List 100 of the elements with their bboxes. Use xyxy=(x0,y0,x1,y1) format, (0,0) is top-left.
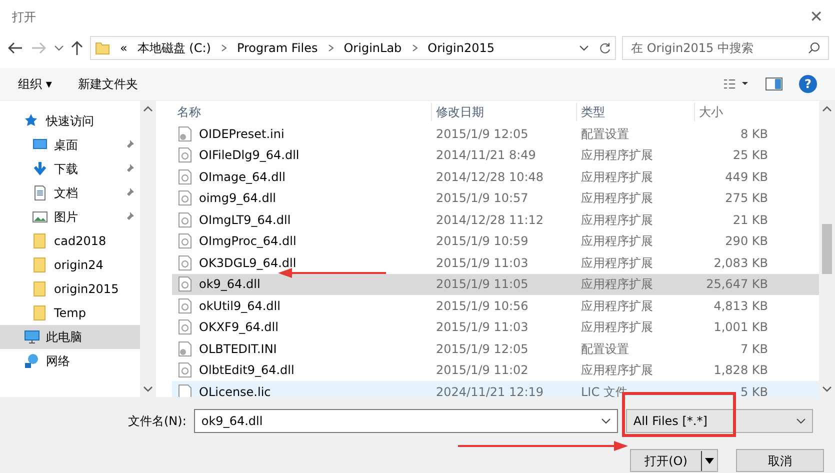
folder-icon xyxy=(32,281,48,297)
file-name: OLBTEDIT.INI xyxy=(199,340,277,358)
preview-pane-icon xyxy=(765,77,783,91)
table-cell-text: 应用程序扩展 xyxy=(580,298,654,315)
filename-field[interactable]: ok9_64.dll xyxy=(194,409,618,433)
table-cell-text: 21 KB xyxy=(732,212,768,229)
table-cell-text: 应用程序扩展 xyxy=(580,362,654,380)
table-cell-text: 25,647 KB xyxy=(705,276,768,294)
sidebar-item[interactable]: 快速访问 xyxy=(0,109,140,133)
table-cell-text: 2015/1/9 11:02 xyxy=(435,362,530,380)
file-name: okUtil9_64.dll xyxy=(199,298,280,315)
file-name: OIFileDlg9_64.dll xyxy=(199,147,300,164)
file-name: OImgLT9_64.dll xyxy=(199,212,291,229)
file-row[interactable]: OLBTEDIT.INI 2015/1/9 12:05 配置设置 7 KB xyxy=(172,338,819,360)
file-name: ok9_64.dll xyxy=(199,276,260,294)
help-button[interactable]: ? xyxy=(799,75,817,93)
dropdown-chevron-icon xyxy=(796,417,806,425)
close-button[interactable]: ✕ xyxy=(810,4,823,28)
search-icon xyxy=(808,42,820,54)
sidebar-item[interactable]: Temp xyxy=(0,301,140,325)
network-icon xyxy=(24,353,40,369)
chevron-icon xyxy=(54,44,64,52)
file-row[interactable]: OIDEPreset.ini 2015/1/9 12:05 配置设置 8 KB xyxy=(172,123,819,144)
back-arrow-icon xyxy=(6,41,24,55)
filename-label: 文件名(N): xyxy=(128,413,186,430)
scroll-down-icon xyxy=(822,386,832,392)
file-row[interactable]: OImgProc_64.dll 2015/1/9 10:59 应用程序扩展 290 KB xyxy=(172,230,819,252)
table-cell-text: 449 KB xyxy=(724,168,768,186)
file-row[interactable]: oimg9_64.dll 2015/1/9 10:57 应用程序扩展 275 KB xyxy=(172,188,819,209)
sidebar-item[interactable]: 网络 xyxy=(0,349,140,373)
table-cell-text: 2015/1/9 11:03 xyxy=(435,254,530,272)
table-cell-text: 2015/1/9 10:57 xyxy=(435,190,530,208)
table-cell-text: 2,083 KB xyxy=(712,254,768,272)
file-row[interactable]: OImgLT9_64.dll 2014/12/28 11:12 应用程序扩展 21 KB xyxy=(172,209,819,230)
star-icon xyxy=(24,113,40,129)
column-header[interactable]: 名称 xyxy=(172,103,432,121)
table-cell-text: 25 KB xyxy=(732,147,768,164)
breadcrumb-overflow[interactable]: « xyxy=(120,39,128,57)
table-cell-text: 应用程序扩展 xyxy=(580,276,654,294)
table-cell-text: 2015/1/9 12:05 xyxy=(435,126,530,143)
search-field[interactable]: 在 Origin2015 中搜索 xyxy=(622,36,829,60)
refresh-icon xyxy=(599,42,611,54)
sidebar-item[interactable]: 此电脑 xyxy=(0,325,140,349)
forward-arrow-icon xyxy=(30,41,48,55)
table-cell-text: 2014/11/21 8:49 xyxy=(435,147,537,164)
table-cell-text: 2015/1/9 11:03 xyxy=(435,319,530,336)
sidebar-item[interactable]: origin24 xyxy=(0,253,140,277)
breadcrumb-item[interactable]: OriginLab xyxy=(344,39,402,57)
search-placeholder: 在 Origin2015 中搜索 xyxy=(631,40,754,57)
sidebar-item[interactable]: 图片 xyxy=(0,205,140,229)
file-row[interactable]: OK3DGL9_64.dll 2015/1/9 11:03 应用程序扩展 2,083 KB xyxy=(172,252,819,274)
sidebar-item[interactable]: 文档 xyxy=(0,181,140,205)
file-name: OK3DGL9_64.dll xyxy=(199,254,296,272)
sidebar-item[interactable]: 下载 xyxy=(0,157,140,181)
view-list-icon xyxy=(723,78,749,90)
table-cell-text: 290 KB xyxy=(724,233,768,250)
file-row[interactable]: ok9_64.dll 2015/1/9 11:05 应用程序扩展 25,647 KB xyxy=(172,274,819,295)
column-header[interactable]: 大小 xyxy=(695,103,768,121)
new-folder-button[interactable]: 新建文件夹 xyxy=(78,75,138,93)
file-row[interactable]: OKXF9_64.dll 2015/1/9 11:03 应用程序扩展 1,001 KB xyxy=(172,316,819,338)
table-cell-text: 应用程序扩展 xyxy=(580,190,654,208)
file-row[interactable]: OlbtEdit9_64.dll 2015/1/9 11:02 应用程序扩展 1,828 KB xyxy=(172,360,819,381)
table-cell-text: 应用程序扩展 xyxy=(580,147,654,164)
dropdown-chevron-icon xyxy=(579,44,589,52)
column-header[interactable]: 修改日期 xyxy=(432,103,577,121)
computer-icon xyxy=(24,329,40,345)
breadcrumb-item[interactable]: Program Files xyxy=(236,39,318,57)
table-cell-text: 应用程序扩展 xyxy=(580,212,654,229)
file-name: OImgProc_64.dll xyxy=(199,233,296,250)
file-row[interactable]: okUtil9_64.dll 2015/1/9 10:56 应用程序扩展 4,813 KB xyxy=(172,295,819,316)
chevron-right-icon xyxy=(412,44,418,52)
file-name: OlbtEdit9_64.dll xyxy=(199,362,294,380)
scrollbar[interactable] xyxy=(819,101,835,397)
table-cell-text: 应用程序扩展 xyxy=(580,254,654,272)
file-type-dropdown[interactable]: All Files [*.*] xyxy=(626,409,814,433)
organize-menu[interactable]: 组织 ▾ xyxy=(18,75,52,93)
table-cell-text: 配置设置 xyxy=(580,126,630,143)
table-cell-text: 2015/1/9 12:05 xyxy=(435,340,530,358)
file-name: OIDEPreset.ini xyxy=(199,126,284,143)
breadcrumb-item[interactable]: 本地磁盘 (C:) xyxy=(137,39,211,57)
cancel-button[interactable]: 取消 xyxy=(736,449,824,472)
dropdown-chevron-icon xyxy=(601,417,612,425)
sidebar-item[interactable]: origin2015 xyxy=(0,277,140,301)
table-cell-text: 配置设置 xyxy=(580,340,630,358)
address-bar[interactable]: « 本地磁盘 (C:) Program Files OriginLab Origin2015 xyxy=(90,36,616,60)
sidebar-item[interactable]: cad2018 xyxy=(0,229,140,253)
file-row[interactable]: OIFileDlg9_64.dll 2014/11/21 8:49 应用程序扩展 25 KB xyxy=(172,144,819,166)
table-cell-text: 2014/12/28 10:48 xyxy=(435,168,545,186)
scrollbar[interactable] xyxy=(140,101,156,397)
folder-icon xyxy=(32,233,48,249)
open-button[interactable]: 打开(O) xyxy=(630,449,718,472)
scroll-thumb[interactable] xyxy=(822,224,832,274)
folder-icon xyxy=(95,40,110,56)
breadcrumb-item[interactable]: Origin2015 xyxy=(428,39,494,57)
sidebar-item[interactable]: 桌面 xyxy=(0,133,140,157)
column-header[interactable]: 类型 xyxy=(577,103,695,121)
file-row[interactable]: OImage_64.dll 2014/12/28 10:48 应用程序扩展 449 KB xyxy=(172,166,819,188)
folder-icon xyxy=(32,257,48,273)
table-cell-text: 1,001 KB xyxy=(712,319,768,336)
document-icon xyxy=(32,185,48,201)
